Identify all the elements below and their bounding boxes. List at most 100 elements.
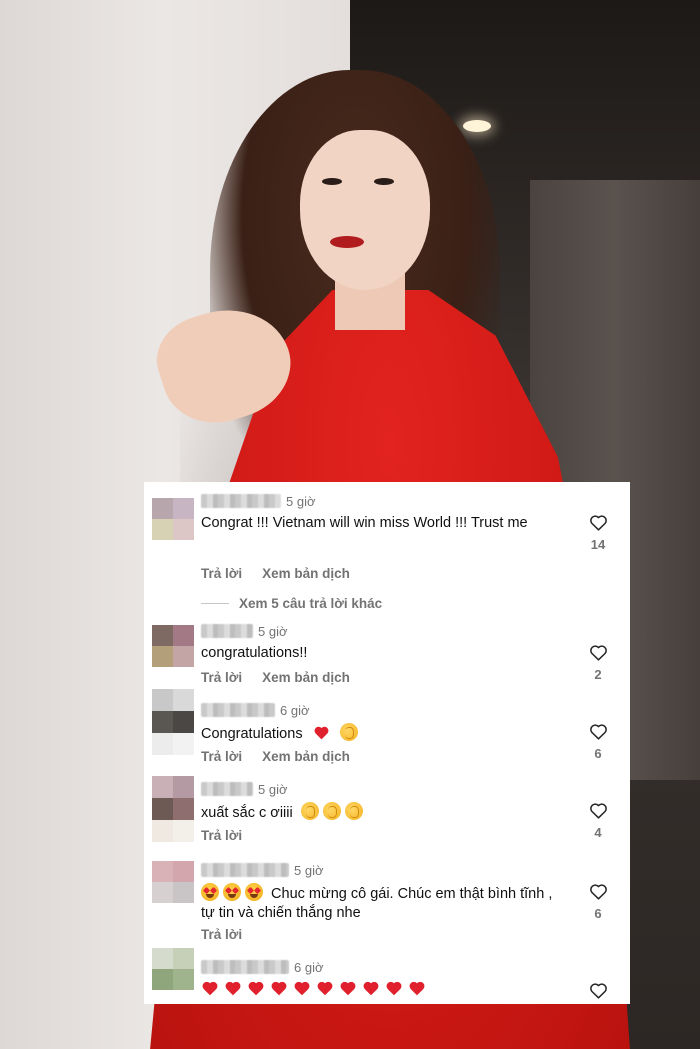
heart-outline-icon[interactable] <box>589 644 608 661</box>
reply-button[interactable]: Trả lời <box>201 670 242 685</box>
like-control <box>586 982 610 999</box>
avatar-pixel <box>152 519 173 540</box>
avatar-pixel <box>173 519 194 540</box>
like-count: 2 <box>594 667 602 682</box>
comment-actions: Trả lời Xem bản dịch <box>201 670 350 685</box>
avatar-pixel <box>152 689 173 711</box>
username-blurred[interactable] <box>201 703 275 717</box>
avatar[interactable] <box>152 689 194 755</box>
like-control: 6 <box>586 883 610 921</box>
comments-panel: 5 giờ Congrat !!! Vietnam will win miss … <box>144 482 630 1004</box>
comment-meta: 5 giờ <box>201 622 288 640</box>
avatar-pixel <box>173 798 194 820</box>
avatar-pixel <box>152 711 173 733</box>
red-heart-emoji <box>271 981 287 996</box>
heart-outline-icon[interactable] <box>589 802 608 819</box>
like-control: 2 <box>586 644 610 682</box>
reply-button[interactable]: Trả lời <box>201 566 242 581</box>
like-count: 6 <box>594 746 602 761</box>
avatar-pixel <box>152 820 173 842</box>
comment-text: Chuc mừng cô gái. Chúc em thật bình tĩnh… <box>201 883 561 923</box>
username-blurred[interactable] <box>201 624 253 638</box>
username-blurred[interactable] <box>201 782 253 796</box>
right-eye <box>374 178 394 185</box>
avatar-pixel <box>173 733 194 755</box>
avatar-pixel <box>152 861 173 882</box>
comment-time: 6 giờ <box>280 702 310 718</box>
username-blurred[interactable] <box>201 863 289 877</box>
red-heart-emoji <box>202 981 218 996</box>
view-more-replies[interactable]: Xem 5 câu trả lời khác <box>201 596 382 611</box>
avatar-pixel <box>173 861 194 882</box>
avatar-pixel <box>173 498 194 519</box>
reply-button[interactable]: Trả lời <box>201 749 242 764</box>
reply-button[interactable]: Trả lời <box>201 828 242 843</box>
avatar-pixel <box>152 969 173 990</box>
avatar-pixel <box>173 711 194 733</box>
avatar-pixel <box>152 776 173 798</box>
like-control: 4 <box>586 802 610 840</box>
like-count: 4 <box>594 825 602 840</box>
face <box>300 130 430 290</box>
avatar-pixel <box>173 882 194 903</box>
translate-button[interactable]: Xem bản dịch <box>262 749 350 764</box>
translate-button[interactable]: Xem bản dịch <box>262 566 350 581</box>
red-heart-emoji <box>317 981 333 996</box>
avatar-pixel <box>173 820 194 842</box>
red-heart-emoji <box>363 981 379 996</box>
avatar-pixel <box>152 646 173 667</box>
clapping-hands-emoji <box>322 802 341 820</box>
like-count: 6 <box>594 906 602 921</box>
avatar-pixel <box>152 498 173 519</box>
heart-outline-icon[interactable] <box>589 514 608 531</box>
reply-button[interactable]: Trả lời <box>201 927 242 942</box>
comment-text: congratulations!! <box>201 645 308 661</box>
red-heart-emoji <box>248 981 264 996</box>
comment-text <box>201 980 571 996</box>
comment-text-content: Congratulations <box>201 726 303 742</box>
left-eye <box>322 178 342 185</box>
avatar-pixel <box>173 948 194 969</box>
red-hearts-row <box>201 980 571 996</box>
heart-outline-icon[interactable] <box>589 883 608 900</box>
clapping-hands-emoji <box>339 723 358 741</box>
clapping-hands-emoji <box>300 802 319 820</box>
comment-meta: 6 giờ <box>201 958 324 976</box>
heart-eyes-emoji <box>223 883 241 901</box>
avatar[interactable] <box>152 776 194 842</box>
comment-meta: 5 giờ <box>201 780 288 798</box>
heart-outline-icon[interactable] <box>589 982 608 999</box>
username-blurred[interactable] <box>201 494 281 508</box>
avatar-pixel <box>152 733 173 755</box>
avatar[interactable] <box>152 948 194 990</box>
avatar-pixel <box>173 689 194 711</box>
comment-actions: Trả lời Xem bản dịch <box>201 749 350 764</box>
comment-meta: 6 giờ <box>201 701 310 719</box>
translate-button[interactable]: Xem bản dịch <box>262 670 350 685</box>
comment-time: 5 giờ <box>258 781 288 797</box>
avatar-pixel <box>173 625 194 646</box>
ceiling-light <box>463 120 491 132</box>
avatar[interactable] <box>152 861 194 903</box>
red-heart-emoji <box>294 981 310 996</box>
comment-text: Congratulations <box>201 723 571 744</box>
avatar-pixel <box>152 625 173 646</box>
avatar[interactable] <box>152 625 194 667</box>
avatar[interactable] <box>152 498 194 540</box>
like-control: 14 <box>586 514 610 552</box>
comment-meta: 5 giờ <box>201 492 316 510</box>
heart-eyes-emoji <box>245 883 263 901</box>
divider <box>201 603 229 604</box>
username-blurred[interactable] <box>201 960 289 974</box>
comment-text-content: xuất sắc c ơiiii <box>201 805 293 821</box>
like-control: 6 <box>586 723 610 761</box>
red-heart-emoji <box>386 981 402 996</box>
heart-outline-icon[interactable] <box>589 723 608 740</box>
comment-meta: 5 giờ <box>201 861 324 879</box>
comment-time: 5 giờ <box>294 862 324 878</box>
avatar-pixel <box>173 969 194 990</box>
comment-time: 6 giờ <box>294 959 324 975</box>
avatar-pixel <box>152 882 173 903</box>
comment-text: xuất sắc c ơiiii <box>201 802 571 823</box>
comment-actions: Trả lời <box>201 927 242 942</box>
